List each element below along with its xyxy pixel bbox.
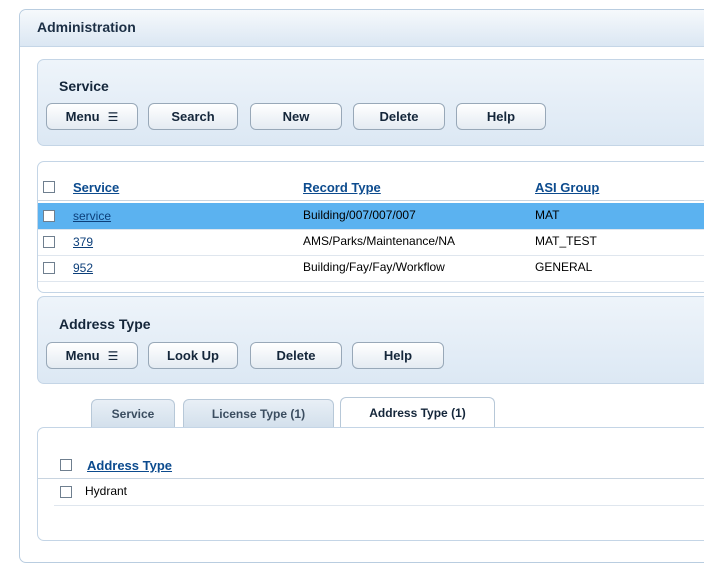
table-row[interactable]: 379 AMS/Parks/Maintenance/NA MAT_TEST (38, 229, 704, 256)
column-header-asi-group[interactable]: ASI Group (535, 180, 599, 195)
delete-button[interactable]: Delete (250, 342, 342, 369)
row-checkbox[interactable] (43, 262, 55, 274)
table-header-row: Service Record Type ASI Group (38, 168, 704, 201)
service-link[interactable]: 379 (73, 235, 93, 249)
search-button[interactable]: Search (148, 103, 238, 130)
address-type-cell: Hydrant (85, 484, 128, 498)
hamburger-icon: ☰ (107, 348, 119, 363)
column-header-service[interactable]: Service (73, 180, 119, 195)
asi-group-cell: MAT_TEST (535, 234, 597, 248)
table-row[interactable]: 952 Building/Fay/Fay/Workflow GENERAL (38, 255, 704, 282)
asi-group-cell: MAT (535, 208, 560, 222)
asi-group-cell: GENERAL (535, 260, 593, 274)
service-link[interactable]: 952 (73, 261, 93, 275)
record-type-cell: AMS/Parks/Maintenance/NA (303, 234, 456, 248)
table-header-row: Address Type (38, 446, 704, 479)
row-checkbox[interactable] (43, 210, 55, 222)
service-section: Service Menu ☰ Search New Delete Help (37, 59, 704, 146)
column-header-address-type[interactable]: Address Type (87, 458, 172, 473)
menu-button-label: Menu (65, 109, 100, 124)
service-table: Service Record Type ASI Group service Bu… (37, 161, 704, 293)
tab-address-type[interactable]: Address Type (1) (340, 397, 495, 427)
tab-service[interactable]: Service (91, 399, 175, 427)
new-button[interactable]: New (250, 103, 342, 130)
menu-button[interactable]: Menu ☰ (46, 342, 138, 369)
row-checkbox[interactable] (43, 236, 55, 248)
column-header-record-type[interactable]: Record Type (303, 180, 381, 195)
table-row[interactable]: service Building/007/007/007 MAT (38, 203, 704, 230)
administration-panel: Administration Service Menu ☰ Search New… (19, 9, 704, 563)
help-button[interactable]: Help (456, 103, 546, 130)
record-type-cell: Building/Fay/Fay/Workflow (303, 260, 445, 274)
look-up-button[interactable]: Look Up (148, 342, 238, 369)
panel-title: Administration (37, 19, 136, 35)
menu-button[interactable]: Menu ☰ (46, 103, 138, 130)
help-button[interactable]: Help (352, 342, 444, 369)
menu-button-label: Menu (65, 348, 100, 363)
address-type-section-title: Address Type (59, 316, 151, 332)
hamburger-icon: ☰ (107, 109, 119, 124)
table-row[interactable]: Hydrant (54, 479, 704, 506)
select-all-checkbox[interactable] (43, 181, 55, 193)
record-type-cell: Building/007/007/007 (303, 208, 416, 222)
tab-license-type[interactable]: License Type (1) (183, 399, 334, 427)
service-link[interactable]: service (73, 209, 111, 223)
delete-button[interactable]: Delete (353, 103, 445, 130)
address-type-table: Address Type Hydrant (37, 427, 704, 541)
row-checkbox[interactable] (60, 486, 72, 498)
service-section-title: Service (59, 78, 109, 94)
address-type-section: Address Type Menu ☰ Look Up Delete Help (37, 296, 704, 384)
select-all-checkbox[interactable] (60, 459, 72, 471)
